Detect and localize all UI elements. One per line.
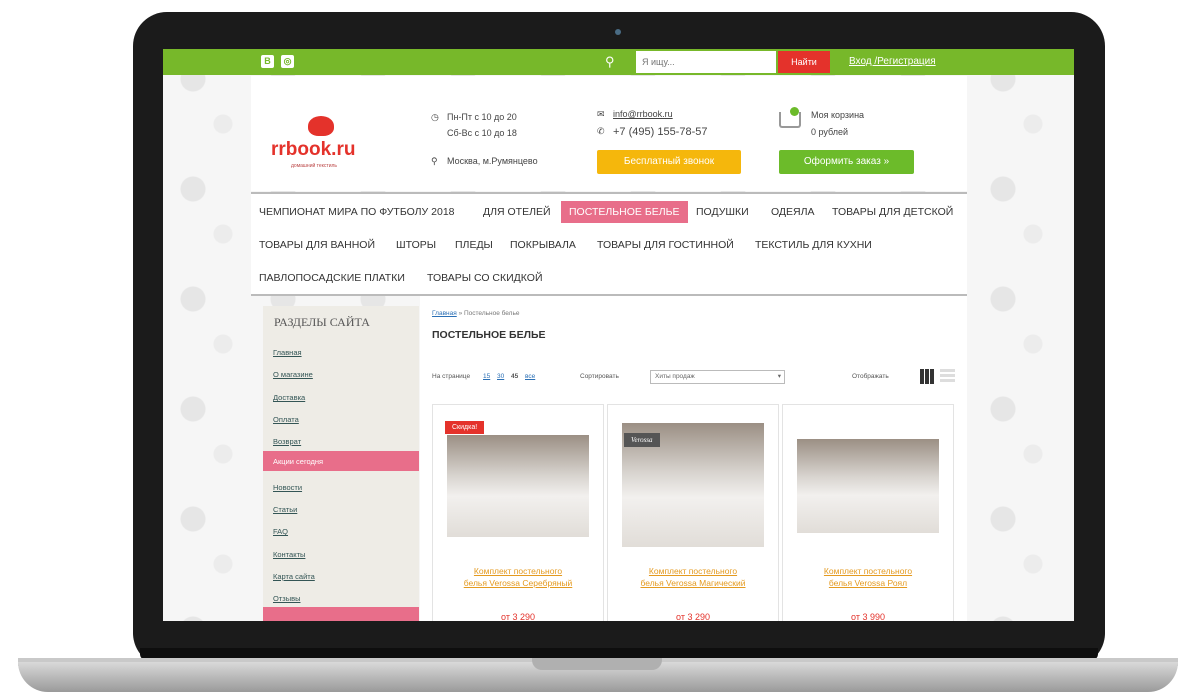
sidebar-block-bottom [263,607,419,621]
sidebar-item-promo[interactable]: Акции сегодня [263,451,419,471]
product-name[interactable]: Комплект постельного белья Verossa Сереб… [433,565,603,589]
nav-item-pillows[interactable]: ПОДУШКИ [696,206,749,218]
phone-icon: ✆ [597,126,605,136]
breadcrumb-current: » Постельное белье [458,310,520,317]
nav-item-bedding[interactable]: ПОСТЕЛЬНОЕ БЕЛЬЕ [561,201,688,223]
sidebar-item-articles[interactable]: Статьи [273,505,297,514]
email-link[interactable]: info@rrbook.ru [613,109,673,119]
clock-icon: ◷ [431,112,439,122]
chevron-down-icon: ▾ [777,373,781,380]
per-page-all[interactable]: все [525,373,535,380]
product-card[interactable]: Скидка! Комплект постельного белья Veros… [432,404,604,621]
product-price: от 3 990 [851,612,885,621]
nav-item-kids[interactable]: ТОВАРЫ ДЛЯ ДЕТСКОЙ [832,206,953,218]
camera-icon [615,29,621,35]
sidebar-item-returns[interactable]: Возврат [273,437,301,446]
sidebar-item-payment[interactable]: Оплата [273,415,299,424]
search-button[interactable]: Найти [778,51,830,73]
location-icon: ⚲ [431,156,438,166]
sheep-logo-icon [308,116,334,136]
nav-item-hotels[interactable]: ДЛЯ ОТЕЛЕЙ [483,206,551,218]
site-logo[interactable]: rrbook.ru [271,139,355,161]
main-content: Главная » Постельное белье ПОСТЕЛЬНОЕ БЕ… [420,296,967,621]
page-title: ПОСТЕЛЬНОЕ БЕЛЬЕ [432,329,546,341]
phone-number[interactable]: +7 (495) 155-78-57 [613,126,707,138]
cart-total: 0 рублей [811,127,849,137]
nav-item-plaids[interactable]: ПЛЕДЫ [455,239,493,251]
product-name[interactable]: Комплект постельного белья Verossa Роял [783,565,953,589]
product-price: от 3 290 [676,612,710,621]
nav-item-living[interactable]: ТОВАРЫ ДЛЯ ГОСТИННОЙ [597,239,734,251]
main-nav: ЧЕМПИОНАТ МИРА ПО ФУТБОЛУ 2018 ДЛЯ ОТЕЛЕ… [251,192,967,296]
callback-button[interactable]: Бесплатный звонок [597,150,741,174]
site-header: rrbook.ru домашний текстиль ◷ Пн-Пт с 10… [251,76,967,191]
product-name[interactable]: Комплект постельного белья Verossa Магич… [608,565,778,589]
hours-weekdays: Пн-Пт с 10 до 20 [447,112,517,122]
nav-item-curtains[interactable]: ШТОРЫ [396,239,436,251]
nav-item-bath[interactable]: ТОВАРЫ ДЛЯ ВАННОЙ [259,239,375,251]
per-page-15[interactable]: 15 [483,373,490,380]
grid-view-icon[interactable] [920,369,935,384]
sidebar-title: РАЗДЕЛЫ САЙТА [274,315,370,329]
search-input[interactable] [636,51,776,73]
sort-label: Сортировать [580,373,619,380]
logo-tagline: домашний текстиль [291,163,338,169]
sale-badge: Скидка! [445,421,485,434]
breadcrumb: Главная » Постельное белье [432,310,519,317]
nav-item-sale[interactable]: ТОВАРЫ СО СКИДКОЙ [427,272,543,284]
checkout-button[interactable]: Оформить заказ » [779,150,914,174]
sort-select[interactable]: Хиты продаж ▾ [650,370,785,384]
nav-item-bedspreads[interactable]: ПОКРЫВАЛА [510,239,576,251]
sort-value: Хиты продаж [655,373,695,380]
laptop-notch [532,658,662,670]
vk-icon[interactable]: В [261,55,274,68]
product-image[interactable] [797,439,939,533]
sidebar-item-about[interactable]: О магазине [273,370,313,379]
list-view-icon[interactable] [940,369,955,384]
search-icon[interactable]: ⚲ [605,54,621,70]
view-label: Отображать [852,373,889,380]
nav-item-worldcup[interactable]: ЧЕМПИОНАТ МИРА ПО ФУТБОЛУ 2018 [259,206,455,218]
per-page-label: На странице [432,373,471,380]
sidebar: РАЗДЕЛЫ САЙТА Главная О магазине Доставк… [263,306,419,621]
top-bar: В ◎ ⚲ Найти Вход /Регистрация [163,49,1074,75]
sidebar-item-reviews[interactable]: Отзывы [273,594,300,603]
mail-icon: ✉ [597,109,605,119]
nav-item-shawls[interactable]: ПАВЛОПОСАДСКИЕ ПЛАТКИ [259,272,405,284]
sidebar-item-delivery[interactable]: Доставка [273,393,305,402]
address: Москва, м.Румянцево [447,156,538,166]
sidebar-item-home[interactable]: Главная [273,348,302,357]
product-card[interactable]: Verossa Комплект постельного белья Veros… [607,404,779,621]
sidebar-item-sitemap[interactable]: Карта сайта [273,572,315,581]
sidebar-item-contacts[interactable]: Контакты [273,550,305,559]
cart-badge [790,107,799,116]
per-page-30[interactable]: 30 [497,373,504,380]
instagram-icon[interactable]: ◎ [281,55,294,68]
browser-screen: В ◎ ⚲ Найти Вход /Регистрация rrbook.ru … [163,49,1074,621]
sidebar-item-news[interactable]: Новости [273,483,302,492]
product-card[interactable]: Комплект постельного белья Verossa Роял … [782,404,954,621]
nav-item-blankets[interactable]: ОДЕЯЛА [771,206,815,218]
cart-title[interactable]: Моя корзина [811,110,864,120]
product-image[interactable] [447,435,589,537]
per-page-45[interactable]: 45 [511,373,518,380]
login-link[interactable]: Вход /Регистрация [849,56,936,67]
breadcrumb-home[interactable]: Главная [432,310,457,317]
brand-badge: Verossa [624,433,660,447]
product-price: от 3 290 [501,612,535,621]
hours-weekend: Сб-Вс с 10 до 18 [447,128,517,138]
nav-item-kitchen[interactable]: ТЕКСТИЛЬ ДЛЯ КУХНИ [755,239,872,251]
sidebar-item-faq[interactable]: FAQ [273,527,288,536]
